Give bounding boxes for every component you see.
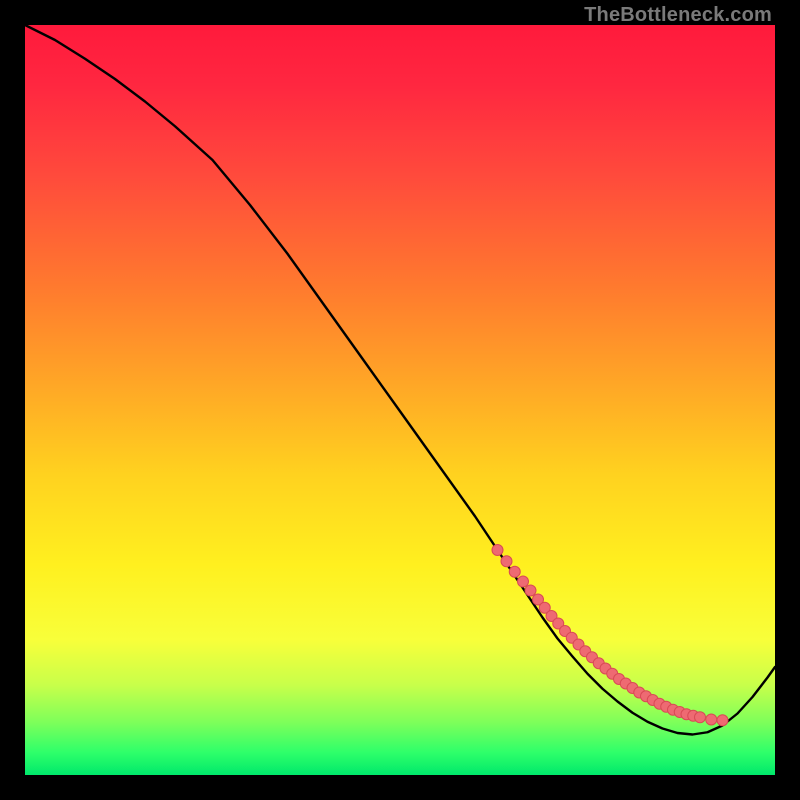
bottleneck-curve: [25, 25, 775, 735]
marker-dot: [518, 576, 529, 587]
marker-dot: [717, 715, 728, 726]
marker-dot: [695, 712, 706, 723]
marker-dot: [706, 714, 717, 725]
marker-group: [492, 545, 728, 726]
marker-dot: [525, 585, 536, 596]
marker-dot: [509, 566, 520, 577]
plot-area: [25, 25, 775, 775]
curve-layer: [25, 25, 775, 775]
attribution-text: TheBottleneck.com: [584, 4, 772, 27]
chart-frame: TheBottleneck.com: [0, 0, 800, 800]
marker-dot: [492, 545, 503, 556]
marker-dot: [501, 556, 512, 567]
